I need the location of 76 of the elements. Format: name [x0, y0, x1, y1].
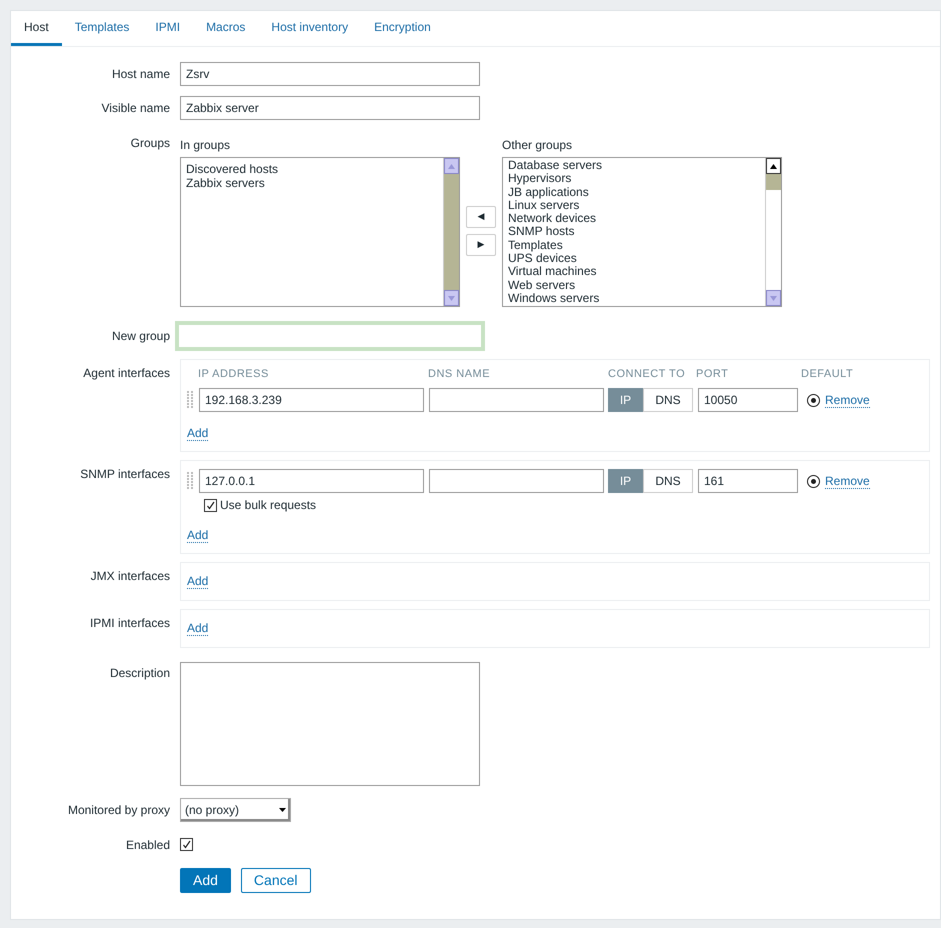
tab[interactable]: Host inventory	[258, 11, 362, 46]
scroll-down-icon[interactable]	[770, 296, 777, 300]
host-name-field[interactable]: Zsrv	[180, 62, 480, 86]
port-field[interactable]: 10050	[698, 388, 798, 412]
default-radio[interactable]	[807, 394, 820, 406]
column-header: CONNECT TO	[608, 366, 686, 382]
checkbox[interactable]	[180, 838, 193, 851]
column-header: IP ADDRESS	[198, 366, 270, 382]
checkbox[interactable]	[204, 498, 217, 512]
field-label: Enabled	[126, 838, 170, 852]
dns-name-field[interactable]	[429, 388, 604, 412]
list-item[interactable]: Templates	[508, 238, 765, 252]
ip-address-field[interactable]: 192.168.3.239	[199, 388, 424, 412]
column-header: DEFAULT	[801, 366, 854, 382]
drag-handle-icon[interactable]	[187, 472, 193, 490]
field-label: IPMI interfaces	[90, 616, 170, 630]
in-groups-list[interactable]: Discovered hosts Zabbix servers	[180, 157, 460, 307]
scroll-up-icon[interactable]	[770, 164, 777, 168]
list-item[interactable]: Network devices	[508, 212, 765, 226]
field-label: Groups	[130, 136, 170, 150]
dns-name-field[interactable]	[429, 469, 604, 493]
field-label: SNMP interfaces	[80, 467, 170, 481]
field-label: Host name	[112, 67, 170, 81]
field-label: New group	[112, 329, 170, 343]
ip-address-field[interactable]: 127.0.0.1	[199, 469, 424, 493]
tab[interactable]: Host	[11, 11, 62, 46]
scroll-down-icon[interactable]	[448, 296, 455, 300]
port-field[interactable]: 161	[698, 469, 798, 493]
list-item[interactable]: Zabbix servers	[186, 176, 443, 190]
list-heading: In groups	[180, 137, 232, 154]
list-item[interactable]: JB applications	[508, 186, 765, 199]
cancel-button[interactable]: Cancel	[240, 868, 311, 893]
list-item[interactable]: Hypervisors	[508, 172, 765, 186]
proxy-dropdown[interactable]: (no proxy)	[180, 798, 291, 822]
field-label: Visible name	[102, 101, 170, 115]
caret-icon	[279, 808, 286, 812]
column-header: PORT	[696, 366, 730, 382]
list-item[interactable]: Virtual machines	[508, 265, 765, 279]
connect-toggle[interactable]: DNS	[643, 469, 693, 493]
list-item[interactable]: SNMP hosts	[508, 225, 765, 239]
add-link[interactable]: Add	[187, 426, 208, 441]
column-header: DNS NAME	[428, 366, 492, 382]
description-field[interactable]	[180, 662, 480, 786]
list-item[interactable]: UPS devices	[508, 252, 765, 266]
field-label: Monitored by proxy	[68, 803, 170, 817]
scrollbar[interactable]	[443, 158, 459, 306]
scrollbar[interactable]	[765, 158, 781, 306]
list-item[interactable]: Linux servers	[508, 198, 765, 212]
field-label: Agent interfaces	[83, 366, 170, 380]
list-item[interactable]: Database servers	[508, 159, 765, 172]
list-item[interactable]: Web servers	[508, 278, 765, 292]
tab[interactable]: Templates	[62, 11, 142, 46]
field-label: Description	[110, 666, 170, 680]
list-heading: Other groups	[502, 137, 574, 154]
list-item[interactable]: Discovered hosts	[186, 162, 443, 176]
drag-handle-icon[interactable]	[187, 391, 193, 409]
move-left-button[interactable]: ◀	[466, 206, 496, 228]
default-radio[interactable]	[807, 474, 820, 488]
field-label: JMX interfaces	[90, 569, 170, 583]
add-link[interactable]: Add	[187, 621, 208, 636]
add-link[interactable]: Add	[187, 574, 208, 589]
new-group-field[interactable]	[175, 321, 485, 351]
add-button[interactable]: Add	[180, 868, 231, 893]
connect-toggle[interactable]: DNS	[643, 388, 693, 412]
visible-name-field[interactable]: Zabbix server	[180, 96, 480, 120]
move-right-button[interactable]: ▶	[466, 234, 496, 256]
tab[interactable]: Encryption	[361, 11, 444, 46]
scroll-thumb[interactable]	[766, 174, 781, 190]
remove-link[interactable]: Remove	[825, 474, 870, 488]
list-item[interactable]: Windows servers	[508, 292, 765, 306]
tab[interactable]: Macros	[193, 11, 258, 46]
remove-link[interactable]: Remove	[825, 392, 870, 408]
add-link[interactable]: Add	[187, 528, 208, 543]
tab[interactable]: IPMI	[142, 11, 194, 46]
checkbox-label: Use bulk requests	[220, 497, 316, 514]
other-groups-list[interactable]: Database servers Hypervisors JB applications Linux servers Network devices SNMP hosts Templates UPS devices Virtual machines Web servers Windows servers	[502, 157, 782, 307]
